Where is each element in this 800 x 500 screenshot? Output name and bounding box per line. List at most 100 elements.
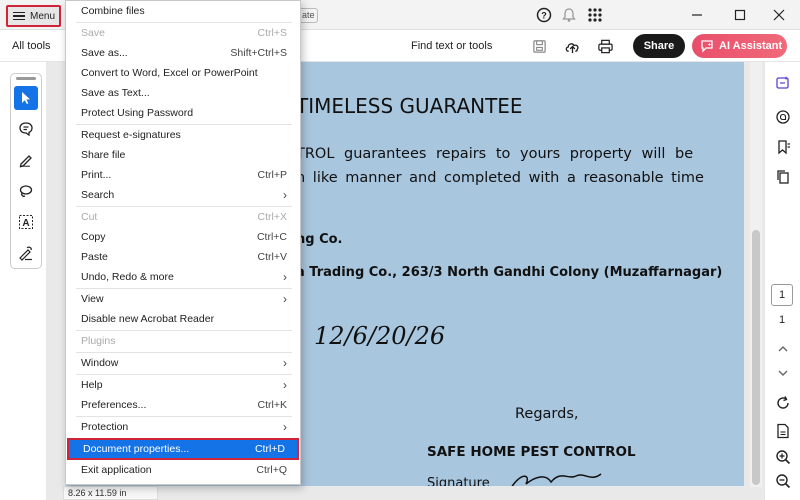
doc-company-name: SAFE HOME PEST CONTROL	[427, 444, 636, 460]
select-tool[interactable]	[14, 86, 38, 110]
text-recognition-icon: A	[19, 215, 33, 229]
zoom-out-button[interactable]	[774, 472, 792, 490]
handwritten-date: 12/6/20/26	[314, 322, 446, 350]
menu-item-save[interactable]: Save Ctrl+S	[67, 23, 299, 43]
menu-item-protect-password[interactable]: Protect Using Password	[67, 103, 299, 123]
find-text-search[interactable]: Find text or tools	[411, 40, 492, 52]
zoom-out-icon	[776, 474, 791, 489]
quick-tools-panel: A	[10, 73, 42, 269]
chevron-right-icon: ›	[283, 188, 287, 202]
panel-drag-handle[interactable]	[16, 77, 36, 80]
doc-signature-label: Signature	[427, 476, 490, 486]
svg-text:A: A	[22, 218, 29, 229]
draw-tool[interactable]	[14, 148, 38, 172]
menu-item-exit-application[interactable]: Exit application Ctrl+Q	[67, 460, 299, 480]
maximize-icon[interactable]	[731, 6, 749, 24]
cloud-upload-icon[interactable]	[564, 38, 581, 55]
total-pages: 1	[778, 314, 786, 326]
lasso-tool[interactable]	[14, 179, 38, 203]
page-fit-button[interactable]	[774, 422, 792, 440]
current-page-input[interactable]: 1	[771, 284, 793, 306]
menu-item-request-esignatures[interactable]: Request e-signatures	[67, 125, 299, 145]
comment-tool[interactable]	[14, 117, 38, 141]
menu-item-protection[interactable]: Protection ›	[67, 417, 299, 437]
save-disk-icon[interactable]	[532, 39, 547, 54]
chevron-down-icon	[778, 370, 788, 376]
draw-pen-icon	[19, 155, 32, 168]
doc-line-2: n like manner and completed with a reaso…	[296, 170, 704, 186]
menu-item-print[interactable]: Print... Ctrl+P	[67, 165, 299, 185]
copy-pages-icon	[777, 170, 789, 184]
menu-button[interactable]: Menu	[6, 5, 61, 27]
doc-line-3: ng Co.	[296, 232, 343, 247]
tab-fragment[interactable]: ate	[300, 8, 318, 23]
menu-item-paste[interactable]: Paste Ctrl+V	[67, 247, 299, 267]
rotate-button[interactable]	[774, 394, 792, 412]
doc-heading: TIMELESS GUARANTEE	[296, 94, 523, 118]
menu-button-label: Menu	[30, 10, 56, 22]
menu-item-save-as-text[interactable]: Save as Text...	[67, 83, 299, 103]
comment-icon	[19, 122, 33, 137]
ai-assistant-label: AI Assistant	[719, 40, 783, 52]
bell-icon[interactable]	[561, 7, 577, 23]
ai-assistant-icon	[701, 40, 713, 53]
chevron-up-icon	[778, 346, 788, 352]
handwritten-signature	[511, 473, 602, 486]
menu-item-undo-redo[interactable]: Undo, Redo & more ›	[67, 267, 299, 287]
chevron-right-icon: ›	[283, 378, 287, 392]
doc-address-line: a Trading Co., 263/3 North Gandhi Colony…	[296, 265, 723, 280]
print-icon[interactable]	[597, 38, 614, 55]
select-arrow-icon	[22, 92, 30, 104]
comment-panel-button[interactable]	[774, 108, 792, 126]
all-tools-tab[interactable]: All tools	[12, 40, 51, 52]
menu-item-save-as[interactable]: Save as... Shift+Ctrl+S	[67, 43, 299, 63]
minimize-icon[interactable]	[688, 6, 706, 24]
zoom-in-icon	[776, 450, 791, 465]
refresh-icon	[777, 396, 789, 409]
apps-grid-icon[interactable]	[587, 7, 603, 23]
bookmarks-button[interactable]	[774, 138, 792, 156]
scrollbar-thumb[interactable]	[752, 230, 760, 485]
right-tool-rail: 1 1	[764, 62, 800, 500]
bookmark-icon	[778, 140, 790, 155]
chevron-right-icon: ›	[283, 270, 287, 284]
menu-item-copy[interactable]: Copy Ctrl+C	[67, 227, 299, 247]
zoom-in-button[interactable]	[774, 448, 792, 466]
menu-item-combine-files[interactable]: Combine files	[67, 1, 299, 21]
page-fit-icon	[777, 423, 789, 439]
menu-item-window[interactable]: Window ›	[67, 353, 299, 373]
ai-assistant-button[interactable]: AI Assistant	[692, 34, 787, 58]
menu-item-document-properties[interactable]: Document properties... Ctrl+D	[67, 438, 299, 460]
menu-item-view[interactable]: View ›	[67, 289, 299, 309]
menu-item-convert[interactable]: Convert to Word, Excel or PowerPoint	[67, 63, 299, 83]
sign-icon	[19, 246, 32, 261]
share-button[interactable]: Share	[633, 34, 685, 58]
menu-item-preferences[interactable]: Preferences... Ctrl+K	[67, 395, 299, 415]
menu-item-share-file[interactable]: Share file	[67, 145, 299, 165]
menu-item-disable-new-reader[interactable]: Disable new Acrobat Reader	[67, 309, 299, 329]
menu-item-help[interactable]: Help ›	[67, 375, 299, 395]
svg-text:?: ?	[541, 11, 547, 21]
doc-line-1: TROL guarantees repairs to yours propert…	[296, 146, 694, 162]
next-page-button[interactable]	[774, 364, 792, 382]
ai-sparkle-button[interactable]	[774, 74, 792, 92]
page-size-status: 8.26 x 11.59 in	[63, 486, 158, 500]
menu-item-search[interactable]: Search ›	[67, 185, 299, 205]
close-icon[interactable]	[770, 6, 788, 24]
chevron-right-icon: ›	[283, 292, 287, 306]
doc-regards: Regards,	[515, 406, 579, 422]
text-recognition-tool[interactable]: A	[14, 210, 38, 234]
lasso-icon	[19, 185, 33, 197]
ai-sparkle-icon	[776, 76, 789, 89]
comment-bubble-icon	[776, 110, 790, 124]
menu-item-plugins[interactable]: Plugins	[67, 331, 299, 351]
sign-tool[interactable]	[14, 241, 38, 265]
main-menu-dropdown: Combine files Save Ctrl+S Save as... Shift…	[65, 0, 301, 485]
hamburger-icon	[13, 11, 25, 21]
pages-button[interactable]	[774, 168, 792, 186]
prev-page-button[interactable]	[774, 340, 792, 358]
menu-item-cut[interactable]: Cut Ctrl+X	[67, 207, 299, 227]
chevron-right-icon: ›	[283, 356, 287, 370]
vertical-scrollbar[interactable]	[750, 62, 762, 487]
help-icon[interactable]: ?	[536, 7, 552, 23]
